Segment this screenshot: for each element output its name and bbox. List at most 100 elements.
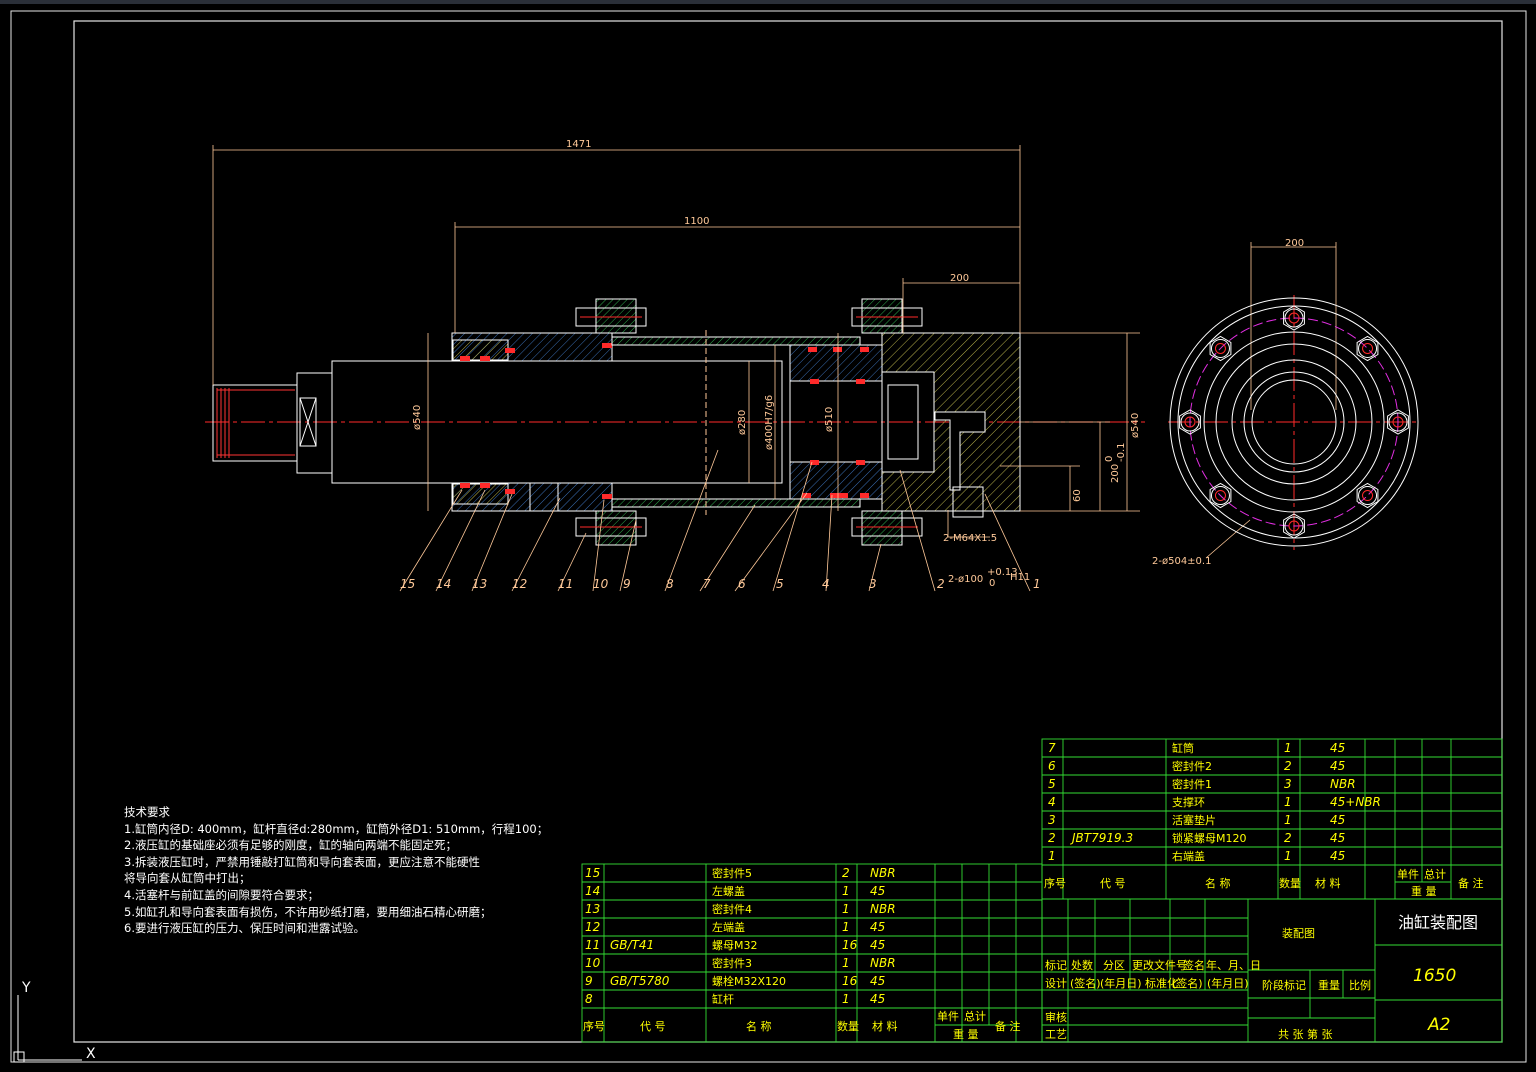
dim-200-top: 200 <box>950 273 969 284</box>
balloon-11: 11 <box>558 577 573 591</box>
bom-left-mat: 45 <box>870 920 885 934</box>
bom-right-name: 锁紧螺母M120 <box>1172 831 1247 845</box>
bom-right-h-weight: 重 量 <box>1411 884 1437 898</box>
balloon-8: 8 <box>666 577 674 591</box>
bom-right-name: 密封件2 <box>1172 759 1212 773</box>
notes-line-1: 1.缸筒内径D: 400mm，缸杆直径d:280mm，缸筒外径D1: 510mm… <box>124 822 548 836</box>
bom-left-qty: 16 <box>842 974 858 988</box>
tb-design: 设计 <box>1045 977 1067 990</box>
bom-right-qty: 2 <box>1284 759 1292 773</box>
bom-left-h-no: 序号 <box>583 1019 605 1033</box>
dimension-lines <box>212 145 1337 559</box>
bom-right-qty: 1 <box>1284 849 1292 863</box>
bom-left-qty: 16 <box>842 938 858 952</box>
bom-right-mat: 45 <box>1330 759 1345 773</box>
bom-right-name: 密封件1 <box>1172 777 1212 791</box>
bom-left-name: 螺母M32 <box>712 939 758 952</box>
bom-left-mat: NBR <box>870 902 896 916</box>
bom-right-h-code: 代 号 <box>1100 877 1126 890</box>
balloon-14: 14 <box>436 577 451 591</box>
bom-left-mat: NBR <box>870 956 896 970</box>
dim-200-end: 200 <box>1285 238 1304 249</box>
notes-line-7: 6.要进行液压缸的压力、保压时间和泄露试验。 <box>124 921 365 935</box>
bom-left-name: 螺栓M32X120 <box>712 974 786 988</box>
notes-line-6: 5.如缸孔和导向套表面有损伤，不许用砂纸打磨，要用细油石精心研磨； <box>124 905 491 919</box>
title-block: 装配图 油缸装配图 1650 A2 标记 处数 分区 更改文件号 签名 年、月、… <box>1041 898 1503 1043</box>
notes-line-5: 4.活塞杆与前缸盖的间隙要符合要求； <box>124 888 319 902</box>
tb-rev-sign: 签名 <box>1183 958 1205 972</box>
bom-left-no: 9 <box>585 974 593 988</box>
balloon-13: 13 <box>472 577 487 591</box>
end-view <box>1168 295 1420 550</box>
bom-right-no: 5 <box>1048 777 1056 791</box>
notes-title: 技术要求 <box>124 805 170 819</box>
bom-left-h-weight: 重 量 <box>953 1027 979 1041</box>
bom-right-name: 活塞垫片 <box>1172 813 1216 827</box>
bom-right-no: 2 <box>1048 831 1056 845</box>
bom-right-no: 4 <box>1048 795 1056 809</box>
dim-pcd-504: 2-ø504±0.1 <box>1152 556 1211 567</box>
tb-rev-date: 年、月、日 <box>1206 958 1261 972</box>
bom-right-name: 支撑环 <box>1172 795 1205 809</box>
dim-1471: 1471 <box>566 139 591 150</box>
dim-60: 60 <box>1072 489 1083 502</box>
bom-left-qty: 1 <box>842 920 850 934</box>
tb-review: 审核 <box>1045 1010 1067 1024</box>
bom-left-h-total: 总计 <box>964 1009 986 1023</box>
balloon-3: 3 <box>869 577 877 591</box>
bom-left-no: 8 <box>585 992 593 1006</box>
balloon-15: 15 <box>400 577 415 591</box>
bom-right-h-unit: 单件 <box>1397 868 1419 881</box>
notes-line-2: 2.液压缸的基础座必须有足够的刚度，缸的轴向两端不能固定死； <box>124 838 457 852</box>
bom-right-qty: 3 <box>1284 777 1292 791</box>
bom-right-mat: 45 <box>1330 831 1345 845</box>
balloon-9: 9 <box>623 577 631 591</box>
bom-right-name: 右端盖 <box>1172 849 1205 863</box>
ucs-x-label: X <box>86 1046 96 1062</box>
bom-left-qty: 1 <box>842 902 850 916</box>
balloon-10: 10 <box>593 577 609 591</box>
bom-right-mat: 45 <box>1330 813 1345 827</box>
tb-standard-sign: (签名) <box>1172 976 1203 990</box>
bom-left-h-unit: 单件 <box>937 1010 959 1023</box>
bom-left-mat: 45 <box>870 884 885 898</box>
bom-right-table: 7 缸筒 1 45 6 密封件2 2 45 5 密封件1 3 NBR 4 支撑环 1 45+NBR 3 活塞垫片 1… <box>1041 738 1503 900</box>
bom-left-no: 10 <box>585 956 601 970</box>
part-balloons: 15 14 13 12 11 10 9 8 7 6 5 4 3 2 1 <box>400 577 1041 591</box>
bom-right-no: 7 <box>1048 741 1056 755</box>
tb-rev-mark: 标记 <box>1045 958 1067 972</box>
balloon-4: 4 <box>822 577 830 591</box>
bom-right-mat: 45 <box>1330 741 1345 755</box>
bom-left-qty: 1 <box>842 884 850 898</box>
dim-dia-540-right: ø540 <box>1130 413 1141 438</box>
bom-left-qty: 2 <box>842 866 850 880</box>
bom-left-no: 15 <box>585 866 600 880</box>
bom-left-qty: 1 <box>842 992 850 1006</box>
balloon-7: 7 <box>703 577 711 591</box>
tb-standard-date: (年月日) <box>1207 976 1249 990</box>
bom-left-h-remark: 备 注 <box>995 1019 1021 1033</box>
bom-left-name: 密封件4 <box>712 902 752 916</box>
bom-right-code: JBT7919.3 <box>1070 831 1133 845</box>
bom-right-qty: 1 <box>1284 813 1292 827</box>
tb-design-sign: (签名) <box>1070 976 1101 990</box>
technical-notes: 技术要求 1.缸筒内径D: 400mm，缸杆直径d:280mm，缸筒外径D1: … <box>124 805 548 935</box>
bom-left-qty: 1 <box>842 956 850 970</box>
bom-left-no: 14 <box>585 884 600 898</box>
tb-weight: 重量 <box>1318 978 1340 992</box>
bom-right-h-mat: 材 料 <box>1315 876 1341 890</box>
bom-right-qty: 2 <box>1284 831 1292 845</box>
bom-left-no: 11 <box>585 938 600 952</box>
tb-drawing-name: 油缸装配图 <box>1398 913 1478 932</box>
bom-left-code: GB/T41 <box>610 938 654 952</box>
tb-stage: 阶段标记 <box>1262 978 1306 992</box>
bom-right-mat: 45 <box>1330 849 1345 863</box>
notes-line-3: 3.拆装液压缸时，严禁用锤敲打缸筒和导向套表面，更应注意不能硬性 <box>124 855 480 869</box>
bom-right-h-total: 总计 <box>1424 867 1446 881</box>
bom-left-no: 13 <box>585 902 600 916</box>
bom-left-no: 12 <box>585 920 600 934</box>
notes-line-4: 将导向套从缸筒中打出； <box>124 871 251 885</box>
dim-1100: 1100 <box>684 216 709 227</box>
bom-left-mat: 45 <box>870 938 885 952</box>
tb-rev-doc: 更改文件号 <box>1132 958 1187 972</box>
